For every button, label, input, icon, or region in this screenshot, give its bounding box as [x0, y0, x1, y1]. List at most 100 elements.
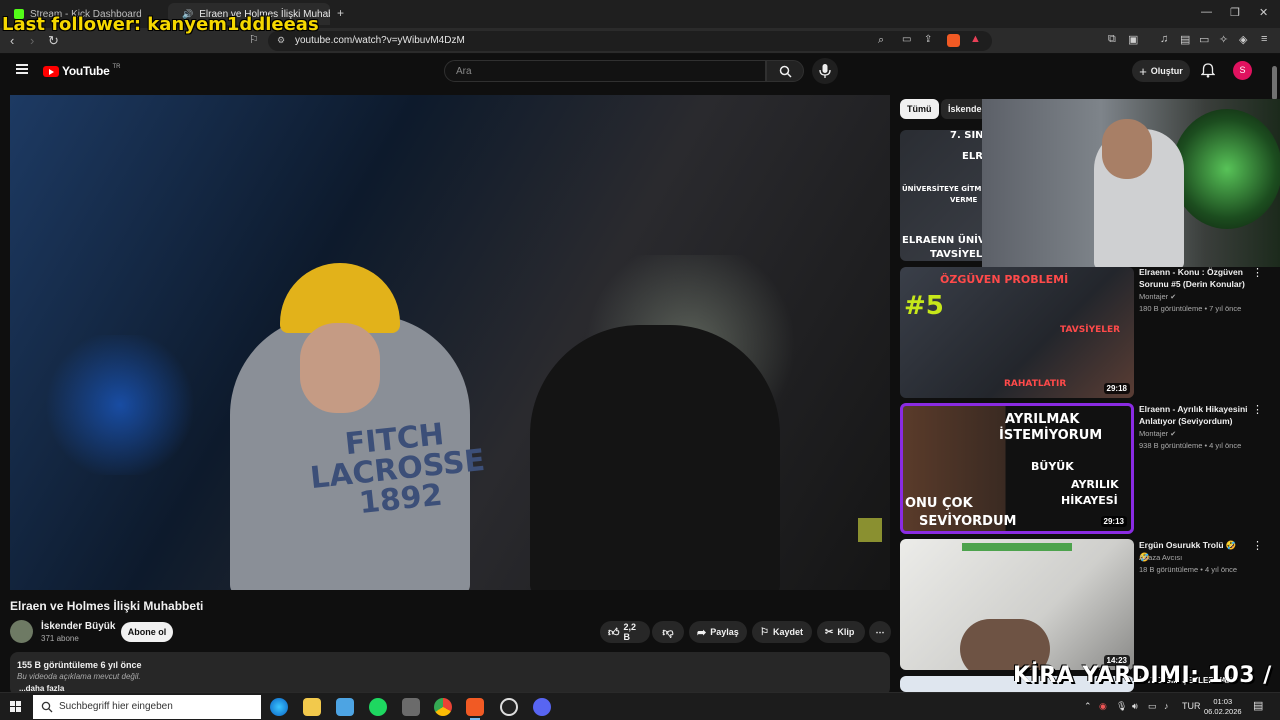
- back-icon[interactable]: ‹: [10, 33, 14, 48]
- new-tab-icon[interactable]: +: [337, 6, 344, 20]
- chip-all[interactable]: Tümü: [900, 99, 939, 119]
- logo-text: YouTube: [62, 64, 110, 78]
- system-clock[interactable]: 01:03 06.02.2026: [1204, 697, 1242, 717]
- rent-goal-overlay: KİRA YARDIMI: 103 / 110: [1013, 663, 1280, 688]
- extensions-icon[interactable]: ⧉: [1108, 33, 1116, 46]
- cast-icon[interactable]: ▭: [902, 34, 911, 45]
- input-language[interactable]: TUR: [1182, 701, 1201, 711]
- screenshot-icon[interactable]: ▣: [1128, 33, 1138, 46]
- channel-subscribers: 371 abone: [41, 634, 79, 643]
- chrome-icon[interactable]: [434, 698, 452, 716]
- dislike-button[interactable]: 👎︎: [652, 621, 684, 643]
- thumb-text: İSTEMİYORUM: [999, 428, 1103, 443]
- thumb-text: TAVSİYEL: [930, 249, 983, 260]
- rec-meta-0: 180 B görüntüleme • 7 yıl önce: [1139, 304, 1242, 313]
- more-actions-button[interactable]: ⋯: [869, 621, 891, 643]
- shirt-print: FITCH LACROSSE 1892: [308, 417, 487, 522]
- menu-icon[interactable]: ≡: [1261, 33, 1267, 45]
- obs-icon[interactable]: [500, 698, 518, 716]
- rec-meta-1: 938 B görüntüleme • 4 yıl önce: [1139, 441, 1242, 450]
- sidebar-icon[interactable]: ▤: [1180, 33, 1190, 46]
- rec-channel-2[interactable]: Abaza Avcısı: [1139, 553, 1182, 562]
- site-info-icon[interactable]: ⚙: [277, 35, 285, 46]
- hamburger-menu-icon[interactable]: [16, 64, 28, 74]
- screen: Stream - Kick Dashboard 🔊 Elraen ve Holm…: [0, 0, 1280, 720]
- rec-more-icon[interactable]: ⋮: [1252, 539, 1263, 552]
- forward-icon[interactable]: ›: [30, 33, 34, 48]
- network-icon[interactable]: ▭: [1148, 701, 1157, 712]
- clip-button[interactable]: ✂ Klip: [817, 621, 865, 643]
- rec-channel-1[interactable]: Montajer ✔: [1139, 429, 1176, 438]
- rec-more-icon[interactable]: ⋮: [1252, 403, 1263, 416]
- rec-channel-0[interactable]: Montajer ✔: [1139, 292, 1176, 301]
- search-input[interactable]: Ara: [444, 60, 766, 82]
- url-text: youtube.com/watch?v=yWibuvM4DzM: [295, 35, 465, 46]
- media-icon[interactable]: ♫: [1160, 33, 1168, 45]
- calculator-icon[interactable]: [402, 698, 420, 716]
- notifications-bell-icon[interactable]: [1201, 63, 1215, 78]
- discord-icon[interactable]: [533, 698, 551, 716]
- channel-avatar[interactable]: [10, 620, 33, 643]
- leo-icon[interactable]: ✧: [1219, 33, 1228, 46]
- portal-poster: [1172, 109, 1280, 229]
- subscribe-button[interactable]: Abone ol: [121, 622, 173, 642]
- brave-icon[interactable]: [466, 698, 484, 720]
- youtube-header: YouTube TR Ara + Oluştur S: [0, 54, 1280, 88]
- like-button[interactable]: 👍︎ 2,2 B: [600, 621, 650, 643]
- wallet-icon[interactable]: ▭: [1199, 33, 1209, 46]
- spotify-icon[interactable]: [369, 698, 387, 716]
- brave-rewards-icon[interactable]: ▲: [970, 33, 981, 45]
- save-button[interactable]: ⚐ Kaydet: [752, 621, 812, 643]
- youtube-logo[interactable]: YouTube TR: [43, 64, 120, 78]
- create-button[interactable]: + Oluştur: [1132, 60, 1190, 82]
- brave-shield-icon[interactable]: [947, 34, 960, 47]
- restore-icon[interactable]: ❐: [1230, 6, 1240, 19]
- thumb-text: ONU ÇOK: [905, 496, 973, 511]
- last-follower-overlay: Last follower: kanyem1ddleeas: [2, 14, 319, 35]
- account-avatar[interactable]: S: [1233, 61, 1252, 80]
- face: [300, 323, 380, 413]
- youtube-play-icon: [43, 65, 59, 77]
- tray-expand-icon[interactable]: ⌃: [1084, 701, 1092, 712]
- page-scrollbar[interactable]: [1272, 66, 1277, 100]
- rec-thumbnail-2[interactable]: 14:23: [900, 539, 1134, 670]
- plus-icon: +: [1139, 63, 1147, 79]
- notification-center-icon[interactable]: ▤: [1253, 699, 1263, 712]
- rec-title-0[interactable]: Elraenn - Konu : Özgüven Sorunu #5 (Deri…: [1139, 266, 1249, 290]
- minimize-icon[interactable]: —: [1201, 6, 1212, 18]
- channel-watermark[interactable]: [858, 518, 882, 542]
- close-window-icon[interactable]: ✕: [1259, 6, 1268, 19]
- rec-thumbnail-0[interactable]: ÖZGÜVEN PROBLEMİ #5 TAVSİYELER RAHATLATI…: [900, 267, 1134, 398]
- microphone-tray-icon[interactable]: 🎙︎: [1116, 701, 1127, 712]
- rec-thumbnail-1[interactable]: AYRILMAK İSTEMİYORUM BÜYÜK AYRILIK HİKAY…: [900, 403, 1134, 534]
- share-page-icon[interactable]: ⇪: [924, 34, 932, 45]
- voice-search-button[interactable]: [812, 58, 838, 84]
- url-bar[interactable]: ⚙ youtube.com/watch?v=yWibuvM4DzM ⌕ ▭ ⇪ …: [268, 31, 992, 51]
- video-description[interactable]: 155 B görüntüleme 6 yıl önce Bu videoda …: [10, 652, 890, 696]
- vpn-icon[interactable]: ◈: [1239, 33, 1247, 46]
- store-icon[interactable]: [336, 698, 354, 716]
- scissors-icon: ✂: [825, 626, 834, 638]
- thumb-text: AYRILMAK: [1005, 412, 1080, 427]
- edge-icon[interactable]: [270, 698, 288, 716]
- taskbar-search-input[interactable]: Suchbegriff hier eingeben: [33, 695, 261, 719]
- share-button[interactable]: ➦ Paylaş: [689, 621, 747, 643]
- zoom-icon[interactable]: ⌕: [878, 34, 884, 47]
- search-button[interactable]: [766, 60, 804, 82]
- save-bookmark-icon: ⚐: [760, 626, 769, 638]
- file-explorer-icon[interactable]: [303, 698, 321, 716]
- windows-start-icon[interactable]: [10, 701, 22, 713]
- save-label: Kaydet: [772, 627, 803, 637]
- rec-more-icon[interactable]: ⋮: [1252, 266, 1263, 279]
- microphone-icon: [819, 64, 831, 78]
- reload-icon[interactable]: ↻: [48, 33, 59, 49]
- volume-icon[interactable]: ♪: [1164, 701, 1169, 711]
- video-player[interactable]: FITCH LACROSSE 1892: [10, 95, 890, 590]
- more-horizontal-icon: ⋯: [875, 626, 885, 637]
- tray-app-icon[interactable]: ◉: [1099, 701, 1107, 712]
- channel-name[interactable]: İskender Büyük: [41, 621, 115, 632]
- rec-title-1[interactable]: Elraenn - Ayrılık Hikayesini Anlatıyor (…: [1139, 403, 1249, 427]
- description-stats: 155 B görüntüleme 6 yıl önce: [17, 660, 142, 670]
- speaker-tray-icon[interactable]: 🔊︎: [1132, 701, 1138, 712]
- thumb-text: TAVSİYELER: [1060, 325, 1121, 335]
